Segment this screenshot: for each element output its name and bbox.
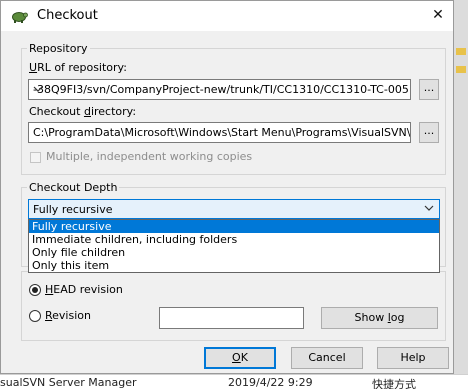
url-combobox[interactable]: -38Q9FI3/svn/CompanyProject-new/trunk/TI… (28, 79, 411, 100)
checkout-depth-dropdown-list: Fully recursive Immediate children, incl… (28, 219, 440, 273)
url-browse-button[interactable]: ... (419, 79, 439, 100)
checkout-depth-combobox[interactable]: Fully recursive (28, 199, 440, 219)
checkout-depth-label: Checkout Depth (27, 181, 120, 194)
background-window-edge (454, 0, 468, 374)
revision-number-input[interactable] (159, 307, 304, 329)
close-icon[interactable]: ✕ (423, 1, 453, 31)
checkout-dialog: Checkout ✕ Repository URL of repository:… (0, 0, 454, 374)
depth-option-immediate-children[interactable]: Immediate children, including folders (29, 233, 439, 246)
background-file-type: 快捷方式 (372, 378, 416, 389)
url-label: URL of repository: (29, 61, 127, 74)
title-bar: Checkout ✕ (1, 1, 453, 31)
depth-option-fully-recursive[interactable]: Fully recursive (29, 220, 439, 233)
directory-browse-button[interactable]: ... (419, 122, 439, 143)
multiple-working-copies-checkbox[interactable] (30, 152, 41, 163)
background-file-date: 2019/4/22 9:29 (228, 376, 313, 389)
head-revision-label: HEAD revision (45, 283, 123, 296)
show-log-button[interactable]: Show log (321, 307, 438, 329)
specific-revision-radio[interactable] (29, 310, 41, 322)
background-file-row: sualSVN Server Manager 2019/4/22 9:29 快捷… (0, 374, 468, 389)
revision-group (21, 271, 446, 341)
background-file-name: sualSVN Server Manager (0, 376, 137, 389)
window-title: Checkout (37, 8, 98, 23)
specific-revision-label: Revision (45, 309, 91, 322)
chevron-down-icon[interactable] (33, 82, 406, 99)
help-button[interactable]: Help (377, 347, 449, 369)
depth-option-only-this-item[interactable]: Only this item (29, 259, 439, 272)
directory-value: C:\ProgramData\Microsoft\Windows\Start M… (33, 126, 411, 139)
head-revision-radio[interactable] (29, 284, 41, 296)
repository-group-label: Repository (27, 42, 90, 55)
multiple-working-copies-label: Multiple, independent working copies (46, 150, 253, 163)
ok-button[interactable]: OK (204, 347, 276, 369)
cancel-button[interactable]: Cancel (291, 347, 363, 369)
chevron-down-icon[interactable] (424, 201, 434, 218)
tortoise-icon (10, 8, 28, 24)
folder-icon (456, 66, 466, 73)
folder-icon (456, 48, 466, 55)
directory-label: Checkout directory: (29, 105, 137, 118)
checkout-depth-selected: Fully recursive (33, 203, 113, 216)
directory-field[interactable]: C:\ProgramData\Microsoft\Windows\Start M… (28, 122, 411, 143)
depth-option-only-file-children[interactable]: Only file children (29, 246, 439, 259)
